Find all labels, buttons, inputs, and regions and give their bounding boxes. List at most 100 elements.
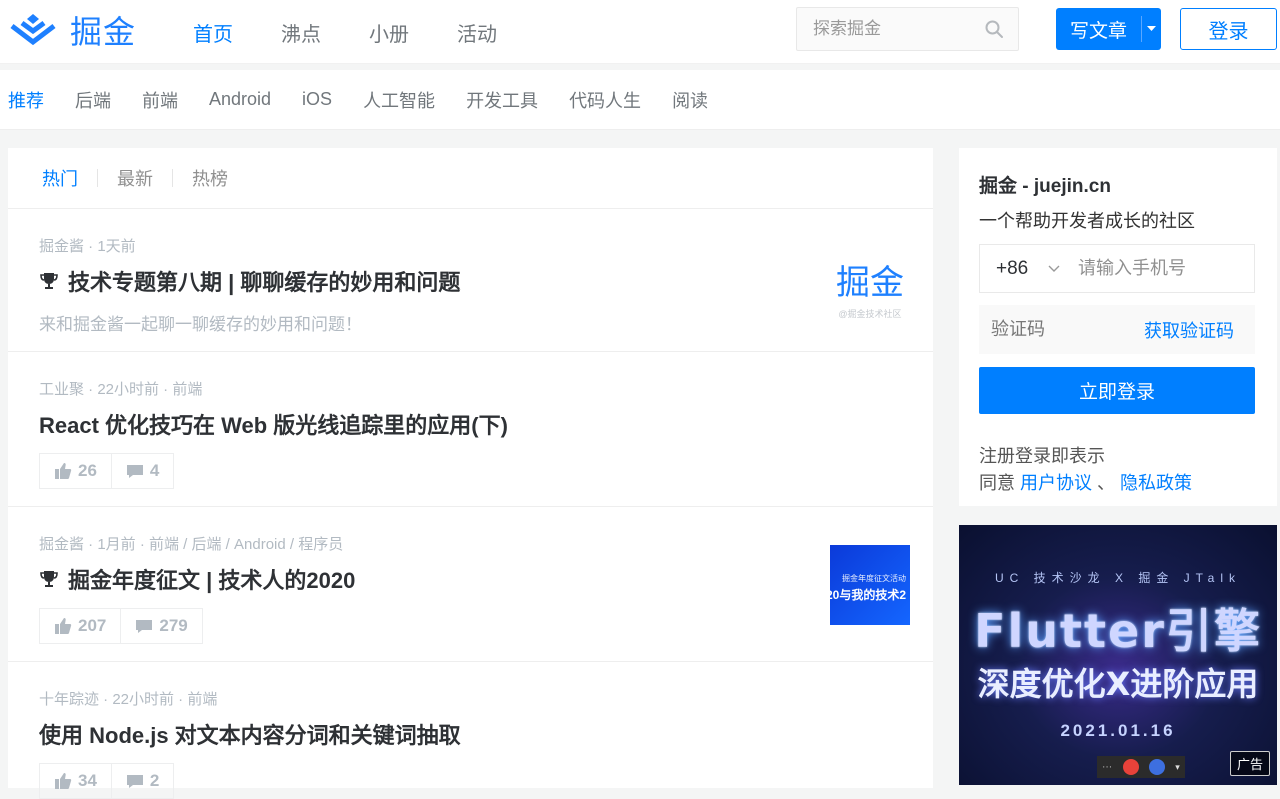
site-slogan: 一个帮助开发者成长的社区 <box>979 211 1195 231</box>
thumbs-up-icon <box>55 773 72 789</box>
comment-icon <box>136 620 153 633</box>
user-agreement-link[interactable]: 用户协议 <box>1020 473 1092 493</box>
terms-notice: 注册登录即表示 同意 用户协议 、 隐私政策 <box>979 443 1255 497</box>
article-feed: 热门 最新 热榜 掘金酱 · 1天前 技术专题第八期 | 聊聊缓存的妙用和问题 … <box>8 148 933 799</box>
country-code-select[interactable]: +86 <box>980 258 1048 280</box>
tab-latest[interactable]: 最新 <box>117 165 153 191</box>
comment-button[interactable]: 2 <box>110 764 173 798</box>
juejin-logo[interactable]: 掘金 <box>8 6 136 54</box>
article-actions: 207 279 <box>39 608 203 644</box>
comment-count: 279 <box>159 616 188 635</box>
submit-login-button[interactable]: 立即登录 <box>979 367 1255 414</box>
verification-code-input[interactable] <box>991 319 1111 340</box>
article-title[interactable]: 技术专题第八期 | 聊聊缓存的妙用和问题 <box>39 265 933 297</box>
comment-button[interactable]: 4 <box>110 454 173 488</box>
list-item[interactable]: 掘金酱 · 1月前 · 前端 / 后端 / Android / 程序员 掘金年度… <box>8 507 933 662</box>
verification-code-field: 获取验证码 <box>979 305 1255 354</box>
login-panel: 掘金 - juejin.cn 一个帮助开发者成长的社区 +86 获取验证码 立即… <box>959 148 1277 506</box>
list-item[interactable]: 十年踪迹 · 22小时前 · 前端 使用 Node.js 对文本内容分词和关键词… <box>8 662 933 799</box>
article-actions: 34 2 <box>39 763 175 799</box>
ad-banner[interactable]: UC 技术沙龙 X 掘金 JTalk Flutter引擎 深度优化X进阶应用 2… <box>959 525 1277 785</box>
article-summary: 来和掘金酱一起聊一聊缓存的妙用和问题！ <box>39 315 362 334</box>
article-meta[interactable]: 十年踪迹 · 22小时前 · 前端 <box>39 662 933 709</box>
tab-hot[interactable]: 热门 <box>42 165 78 191</box>
category-nav: 推荐 后端 前端 Android iOS 人工智能 开发工具 代码人生 阅读 <box>0 70 1280 130</box>
terms-links: 同意 用户协议 、 隐私政策 <box>979 470 1255 497</box>
comment-count: 4 <box>149 461 160 480</box>
like-button[interactable]: 34 <box>40 764 111 798</box>
article-title-text: 掘金年度征文 | 技术人的2020 <box>68 568 356 593</box>
tab-ranking[interactable]: 热榜 <box>192 165 228 191</box>
thumbnail-logo-text: 掘金 <box>836 262 904 303</box>
category-android[interactable]: Android <box>209 89 271 110</box>
terms-line: 注册登录即表示 <box>979 446 1105 466</box>
ad-date: 2021.01.16 <box>1060 721 1176 740</box>
ad-subtitle: UC 技术沙龙 X 掘金 JTalk <box>994 571 1241 585</box>
phone-input[interactable] <box>1072 258 1242 279</box>
ad-tagline: 深度优化X进阶应用 <box>977 665 1259 703</box>
nav-pins[interactable]: 沸点 <box>281 18 321 47</box>
ad-title: Flutter引擎 <box>974 604 1262 658</box>
search-box <box>796 7 1019 51</box>
logo-text: 掘金 <box>70 13 137 51</box>
thumbnail-title: 20与我的技术2 <box>830 588 907 602</box>
write-article-label: 写文章 <box>1070 20 1128 42</box>
like-button[interactable]: 26 <box>40 454 111 488</box>
comment-icon <box>126 775 143 788</box>
like-button[interactable]: 207 <box>40 609 120 643</box>
sogou-icon[interactable] <box>1122 759 1139 775</box>
nav-books[interactable]: 小册 <box>369 18 409 47</box>
caret-down-icon[interactable] <box>1142 26 1161 32</box>
article-meta[interactable]: 工业聚 · 22小时前 · 前端 <box>39 352 933 399</box>
article-title[interactable]: React 优化技巧在 Web 版光线追踪里的应用(下) <box>39 408 933 440</box>
article-title[interactable]: 使用 Node.js 对文本内容分词和关键词抽取 <box>39 718 933 750</box>
trophy-icon <box>40 571 58 587</box>
category-backend[interactable]: 后端 <box>75 87 111 113</box>
list-item[interactable]: 工业聚 · 22小时前 · 前端 React 优化技巧在 Web 版光线追踪里的… <box>8 352 933 507</box>
article-title-text: 技术专题第八期 | 聊聊缓存的妙用和问题 <box>68 270 461 295</box>
article-meta[interactable]: 掘金酱 · 1天前 <box>39 209 933 256</box>
tab-divider <box>97 169 98 187</box>
privacy-policy-link[interactable]: 隐私政策 <box>1120 473 1192 493</box>
chevron-down-icon[interactable] <box>1048 265 1072 273</box>
thumbs-up-icon <box>55 618 72 634</box>
feed-tabs: 热门 最新 热榜 <box>8 148 933 209</box>
nav-events[interactable]: 活动 <box>457 18 497 47</box>
article-actions: 26 4 <box>39 453 175 489</box>
thumbnail-caption: @掘金技术社区 <box>838 308 902 319</box>
category-code-life[interactable]: 代码人生 <box>569 87 641 113</box>
ad-badge: 广告 <box>1229 751 1270 776</box>
like-count: 26 <box>78 461 97 480</box>
category-dev-tools[interactable]: 开发工具 <box>466 87 538 113</box>
category-ios[interactable]: iOS <box>302 89 332 110</box>
get-code-button[interactable]: 获取验证码 <box>1144 317 1234 343</box>
login-button[interactable]: 登录 <box>1180 8 1277 50</box>
search-input[interactable] <box>797 8 967 50</box>
article-title[interactable]: 掘金年度征文 | 技术人的2020 <box>39 563 933 595</box>
menu-icon[interactable]: ⋯ <box>1102 762 1112 773</box>
category-reading[interactable]: 阅读 <box>672 87 708 113</box>
thumbs-up-icon <box>55 463 72 479</box>
chevron-down-icon[interactable]: ▾ <box>1175 762 1180 773</box>
write-article-button[interactable]: 写文章 <box>1056 8 1161 50</box>
main-nav: 首页 沸点 小册 活动 <box>193 0 545 64</box>
ad-toolbar: ⋯ ▾ <box>1097 756 1185 778</box>
phone-field: +86 <box>979 244 1255 293</box>
juejin-logo-icon <box>10 14 56 46</box>
category-frontend[interactable]: 前端 <box>142 87 178 113</box>
comment-button[interactable]: 279 <box>120 609 201 643</box>
nav-home[interactable]: 首页 <box>193 18 233 47</box>
search-icon[interactable] <box>984 19 1004 39</box>
tab-divider <box>172 169 173 187</box>
help-icon[interactable] <box>1148 759 1165 775</box>
article-meta[interactable]: 掘金酱 · 1月前 · 前端 / 后端 / Android / 程序员 <box>39 507 933 554</box>
terms-prefix: 同意 <box>979 473 1015 493</box>
thumbnail-caption: 掘金年度征文活动 <box>842 574 906 583</box>
category-recommend[interactable]: 推荐 <box>8 87 44 113</box>
list-item[interactable]: 掘金酱 · 1天前 技术专题第八期 | 聊聊缓存的妙用和问题 来和掘金酱一起聊一… <box>8 209 933 352</box>
trophy-icon <box>40 273 58 289</box>
article-thumbnail[interactable]: 掘金 @掘金技术社区 <box>830 251 910 331</box>
article-thumbnail[interactable]: 掘金年度征文活动 20与我的技术2 <box>830 545 910 625</box>
category-ai[interactable]: 人工智能 <box>363 87 435 113</box>
terms-separator: 、 <box>1097 473 1116 493</box>
